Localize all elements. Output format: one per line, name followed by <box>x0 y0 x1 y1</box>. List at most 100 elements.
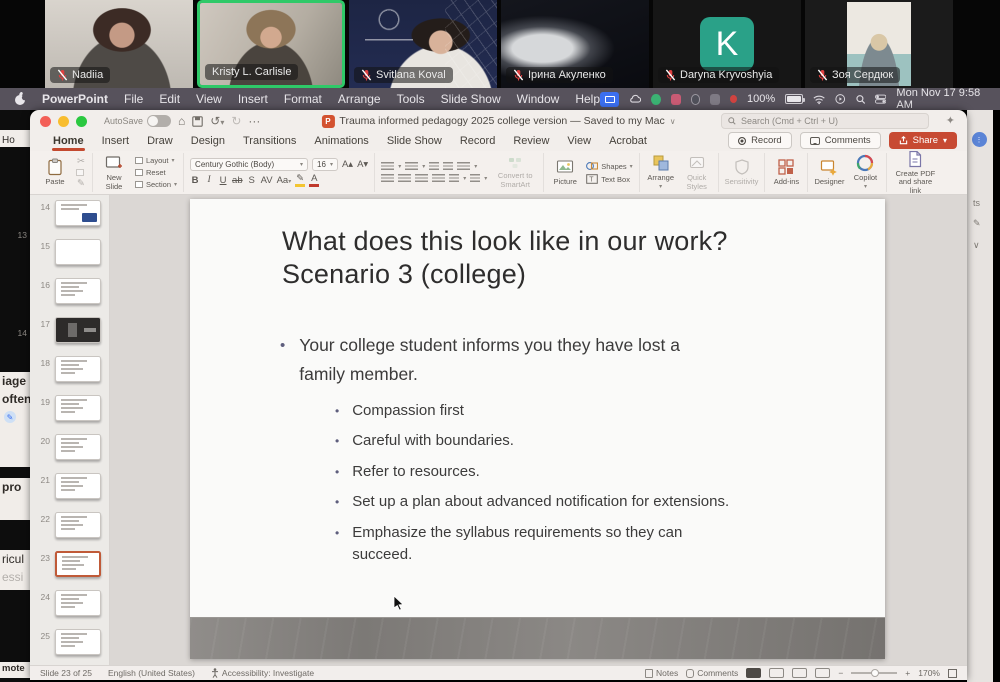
menu-edit[interactable]: Edit <box>159 92 180 106</box>
wifi-icon[interactable] <box>813 94 825 105</box>
zoom-percent[interactable]: 170% <box>918 668 940 678</box>
undo-icon[interactable]: ↺▾ <box>210 115 224 127</box>
globe-icon[interactable] <box>691 94 701 105</box>
slide-thumbnail[interactable] <box>55 278 101 304</box>
section-button[interactable]: Section▾ <box>135 180 177 189</box>
slide-thumbnail[interactable] <box>55 473 101 499</box>
reset-button[interactable]: Reset <box>135 168 177 177</box>
home-icon[interactable]: ⌂ <box>178 115 185 127</box>
picture-button[interactable]: Picture <box>550 158 580 187</box>
share-button[interactable]: Share▾ <box>889 132 957 149</box>
record-button[interactable]: Record <box>728 132 792 149</box>
quick-styles-button[interactable]: Quick Styles <box>682 154 712 191</box>
participant-tile[interactable]: Nadiia <box>45 0 193 88</box>
slide-sorter-view-button[interactable] <box>769 668 784 678</box>
slide-thumbnail[interactable] <box>55 551 101 577</box>
cut-icon[interactable]: ✂ <box>76 157 86 167</box>
tab-acrobat[interactable]: Acrobat <box>600 135 656 151</box>
tab-record[interactable]: Record <box>451 135 504 151</box>
app-status-icon-1[interactable] <box>651 94 661 105</box>
slide-thumbnail[interactable] <box>55 395 101 421</box>
change-case-icon[interactable]: Aa▾ <box>277 176 292 186</box>
italic-button[interactable]: I <box>204 176 214 186</box>
normal-view-button[interactable] <box>746 668 761 678</box>
zoom-slider[interactable] <box>851 672 897 674</box>
play-icon[interactable] <box>835 93 845 105</box>
text-box-button[interactable]: T Text Box <box>586 174 632 184</box>
autosave-control[interactable]: AutoSave <box>104 115 171 127</box>
notes-button[interactable]: Notes <box>645 668 678 678</box>
menu-powerpoint[interactable]: PowerPoint <box>42 92 108 106</box>
columns-icon[interactable] <box>449 174 459 183</box>
tab-transitions[interactable]: Transitions <box>234 135 305 151</box>
new-slide-button[interactable]: New Slide <box>99 154 129 191</box>
tab-animations[interactable]: Animations <box>305 135 377 151</box>
minimize-button[interactable] <box>58 116 69 127</box>
camera-icon[interactable] <box>710 94 720 105</box>
title-chevron-icon[interactable]: ∨ <box>670 117 676 126</box>
slide-thumbnail[interactable] <box>55 356 101 382</box>
slide-thumbnail[interactable] <box>55 629 101 655</box>
bold-button[interactable]: B <box>190 176 200 186</box>
decrease-indent-icon[interactable] <box>429 162 439 171</box>
zoom-window-button[interactable] <box>76 116 87 127</box>
slide-thumbnail[interactable] <box>55 434 101 460</box>
slide-thumbnail[interactable] <box>55 200 101 226</box>
slide-thumbnail[interactable] <box>55 512 101 538</box>
app-status-icon-2[interactable] <box>671 94 681 105</box>
menu-slide-show[interactable]: Slide Show <box>441 92 501 106</box>
copy-icon[interactable] <box>76 169 84 176</box>
participant-tile[interactable]: KDaryna Kryvoshyia <box>653 0 801 88</box>
search-field[interactable]: Search (Cmd + Ctrl + U) <box>721 113 929 129</box>
comments-button[interactable]: Comments <box>800 132 881 149</box>
tab-design[interactable]: Design <box>182 135 234 151</box>
menu-window[interactable]: Window <box>517 92 560 106</box>
text-direction-icon[interactable] <box>470 174 480 183</box>
addins-button[interactable]: Add-ins <box>771 158 801 187</box>
copilot-button[interactable]: Copilot▾ <box>850 154 880 192</box>
bullet-list-icon[interactable] <box>381 162 394 171</box>
menubar-clock[interactable]: Mon Nov 17 9:58 AM <box>896 87 986 111</box>
menu-tools[interactable]: Tools <box>397 92 425 106</box>
accessibility-status[interactable]: Accessibility: Investigate <box>211 668 314 678</box>
fit-slide-icon[interactable] <box>948 669 957 678</box>
shapes-button[interactable]: Shapes▾ <box>586 161 632 171</box>
slideshow-view-button[interactable] <box>815 668 830 678</box>
designer-button[interactable]: Designer <box>814 158 844 187</box>
tab-insert[interactable]: Insert <box>93 135 139 151</box>
zoom-out-button[interactable]: − <box>838 668 843 678</box>
strikethrough-button[interactable]: ab <box>232 176 243 186</box>
paste-button[interactable]: Paste <box>40 158 70 187</box>
align-right-icon[interactable] <box>415 174 428 183</box>
save-icon[interactable] <box>192 116 203 127</box>
participant-tile[interactable]: Ірина Акуленко <box>501 0 649 88</box>
autosave-toggle[interactable] <box>147 115 171 127</box>
onedrive-cloud-icon[interactable] <box>629 92 641 106</box>
arrange-button[interactable]: Arrange▾ <box>646 154 676 192</box>
highlight-color-button[interactable]: ✎ <box>295 174 305 187</box>
slide-thumbnail[interactable] <box>55 590 101 616</box>
menu-file[interactable]: File <box>124 92 143 106</box>
layout-button[interactable]: Layout▾ <box>135 156 177 165</box>
tab-review[interactable]: Review <box>504 135 558 151</box>
numbered-list-icon[interactable] <box>405 162 418 171</box>
line-spacing-icon[interactable] <box>457 162 470 171</box>
control-center-icon[interactable] <box>875 94 886 104</box>
participant-tile[interactable]: Kristy L. Carlisle <box>197 0 345 88</box>
reading-view-button[interactable] <box>792 668 807 678</box>
sensitivity-button[interactable]: Sensitivity <box>725 158 759 187</box>
convert-smartart-button[interactable]: Convert to SmartArt <box>493 156 537 189</box>
underline-button[interactable]: U <box>218 176 228 186</box>
participant-tile[interactable]: Зоя Сердюк <box>805 0 953 88</box>
decrease-font-icon[interactable]: A▾ <box>357 160 368 170</box>
screen-share-icon[interactable] <box>600 92 619 107</box>
tab-view[interactable]: View <box>558 135 600 151</box>
zoom-in-button[interactable]: + <box>905 668 910 678</box>
menu-view[interactable]: View <box>196 92 222 106</box>
participant-tile[interactable]: Svitlana Koval <box>349 0 497 88</box>
font-color-button[interactable]: A <box>309 174 319 187</box>
redo-icon[interactable]: ↻ <box>231 115 241 127</box>
menu-help[interactable]: Help <box>575 92 600 106</box>
tab-draw[interactable]: Draw <box>138 135 182 151</box>
comments-toggle-button[interactable]: Comments <box>686 668 738 678</box>
